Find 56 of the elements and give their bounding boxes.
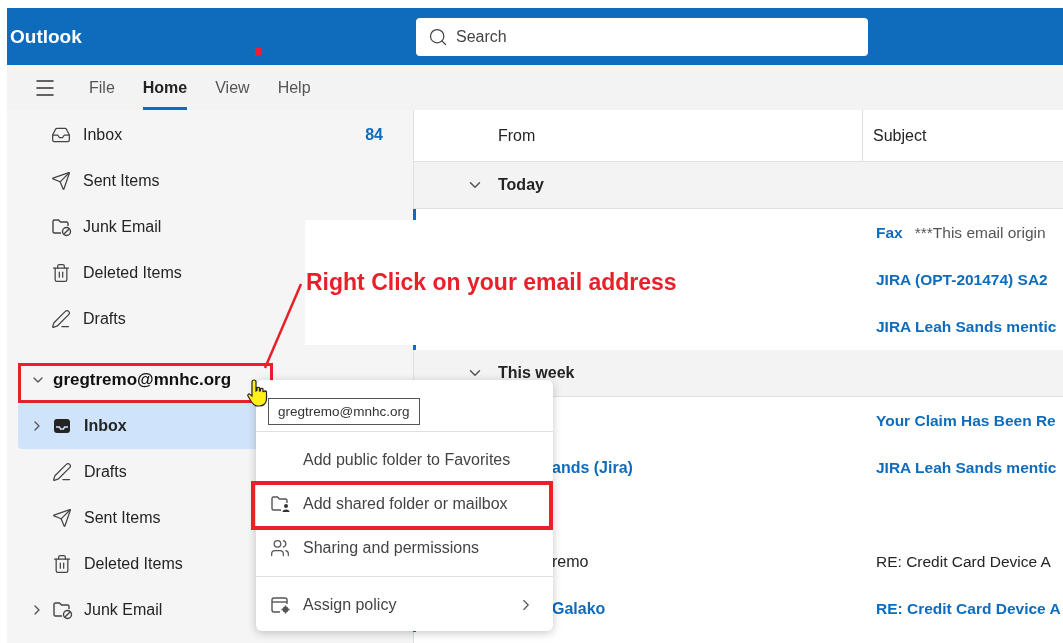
folder-blocked-icon <box>51 217 73 237</box>
folder-item[interactable]: Junk Email <box>18 204 305 250</box>
sender-text: Galako <box>552 599 606 617</box>
folder-label: Deleted Items <box>84 555 183 573</box>
folder-label: Inbox <box>84 417 127 435</box>
pen-icon <box>52 462 72 482</box>
folder-label: Inbox <box>83 126 123 144</box>
sender-text: ands (Jira) <box>552 458 633 476</box>
subject-text: RE: Credit Card Device A <box>876 599 1061 618</box>
inbox-icon <box>52 416 72 436</box>
folder-item[interactable]: Deleted Items <box>18 250 305 296</box>
account-label: gregtremo@mnhc.org <box>53 370 232 390</box>
preview-text: ***This email origin <box>914 223 1046 242</box>
menu-item[interactable]: Assign policy <box>256 583 553 627</box>
menu-tab[interactable]: View <box>215 68 250 110</box>
folder-label: Junk Email <box>84 601 163 619</box>
folder-item[interactable]: Sent Items <box>18 158 305 204</box>
folder-label: Sent Items <box>83 172 160 190</box>
subject-text: JIRA Leah Sands mentic <box>876 317 1057 336</box>
folder-blocked-icon <box>52 600 74 620</box>
folder-item[interactable]: Inbox 84 <box>18 112 413 158</box>
subject-text: RE: Credit Card Device A <box>876 552 1051 571</box>
inbox-icon <box>51 125 71 145</box>
group-label: Today <box>498 176 544 194</box>
search-field[interactable]: Search <box>416 17 868 56</box>
folder-person-icon <box>270 494 292 514</box>
subject-text: Fax <box>876 223 903 242</box>
tooltip: gregtremo@mnhc.org <box>268 398 420 425</box>
people-icon <box>270 538 290 558</box>
menu-item[interactable]: Sharing and permissions <box>256 526 553 570</box>
folder-label: Junk Email <box>83 218 162 236</box>
subject-text: JIRA (OPT-201474) SA2 <box>876 270 1048 289</box>
subject-text: Your Claim Has Been Re <box>876 411 1056 430</box>
app-title: Outlook <box>10 25 83 48</box>
folder-label: Deleted Items <box>83 264 182 282</box>
sender-text: remo <box>552 552 589 570</box>
annotation-text: Right Click on your email address <box>306 269 677 296</box>
calendar-gear-icon <box>270 595 292 615</box>
send-icon <box>52 508 72 528</box>
pen-icon <box>51 309 71 329</box>
subject-text: JIRA Leah Sands mentic <box>876 458 1057 477</box>
column-header[interactable]: From <box>414 126 862 145</box>
folder-label: Sent Items <box>84 509 161 527</box>
menu-tab[interactable]: File <box>89 68 115 110</box>
column-header[interactable]: Subject <box>862 110 1063 161</box>
group-label: This week <box>498 364 575 382</box>
unread-count: 84 <box>365 126 383 144</box>
trash-icon <box>52 554 72 574</box>
menu-item[interactable]: Add shared folder or mailbox <box>256 482 553 526</box>
folder-label: Drafts <box>84 463 127 481</box>
folder-label: Drafts <box>83 310 126 328</box>
send-icon <box>51 171 71 191</box>
trash-icon <box>51 263 71 283</box>
menu-tab[interactable]: Help <box>277 68 311 110</box>
folder-item[interactable]: Drafts <box>18 296 305 342</box>
search-icon <box>428 26 448 47</box>
